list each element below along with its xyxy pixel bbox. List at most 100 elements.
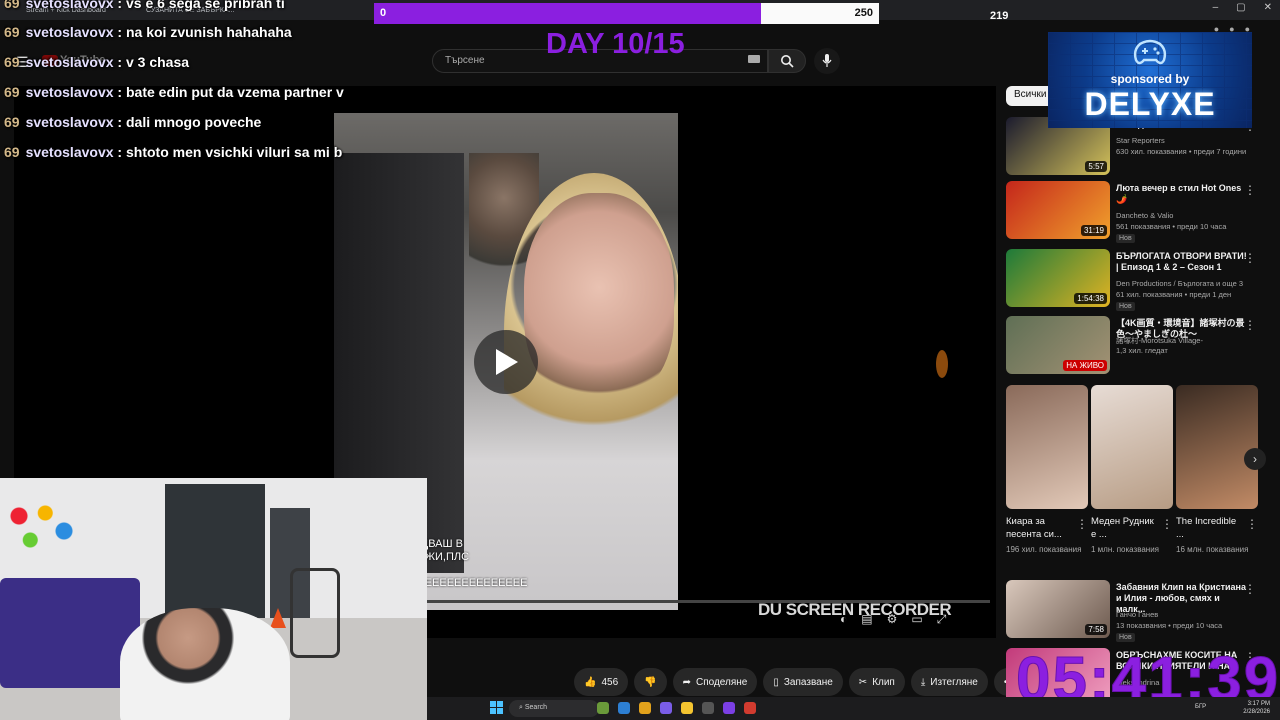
- microphone-icon: [822, 54, 832, 67]
- subscriber-goal-bar: 0 219 250: [374, 3, 1008, 24]
- video-thumbnail[interactable]: 7:58: [1006, 580, 1110, 638]
- short-thumbnail[interactable]: [1176, 385, 1258, 509]
- channel-name[interactable]: Star Reporters: [1116, 136, 1165, 145]
- chat-text: v 3 chasa: [125, 54, 190, 70]
- video-edge-mark: [936, 350, 948, 378]
- shorts-next-button[interactable]: ›: [1244, 448, 1266, 470]
- save-button[interactable]: ▯ Запазване: [763, 668, 843, 696]
- short-title[interactable]: Меден Рудник е ...: [1091, 515, 1157, 541]
- recommendation-card[interactable]: 31:19 Люта вечер в стил Hot Ones 🌶️ Danche…: [1006, 181, 1266, 243]
- new-badge: Нов: [1116, 302, 1135, 311]
- video-title[interactable]: Люта вечер в стил Hot Ones 🌶️: [1116, 183, 1250, 205]
- video-thumbnail[interactable]: 31:19: [1006, 181, 1110, 239]
- video-thumbnail[interactable]: НА ЖИВО: [1006, 316, 1110, 374]
- folder-icon[interactable]: [681, 702, 693, 714]
- scissors-icon: ✂: [858, 676, 868, 688]
- sponsor-brand: DELYXE: [1084, 86, 1216, 122]
- short-title[interactable]: The Incredible ...: [1176, 515, 1242, 541]
- more-vert-icon[interactable]: ⋮: [1244, 183, 1256, 197]
- chat-separator: :: [113, 114, 126, 130]
- short-card[interactable]: Меден Рудник е ... 1 млн. показвания ⋮: [1091, 385, 1173, 555]
- play-button[interactable]: [474, 330, 538, 394]
- share-button[interactable]: ➦ Споделяне: [672, 668, 758, 696]
- taskbar-app-icon[interactable]: [597, 702, 609, 714]
- like-button[interactable]: 👍 456: [574, 668, 629, 696]
- obs-icon[interactable]: [702, 702, 714, 714]
- play-icon: [496, 349, 518, 375]
- chat-separator: :: [113, 0, 126, 11]
- chrome-icon[interactable]: [639, 702, 651, 714]
- goal-progress-fill: [374, 3, 761, 24]
- channel-name[interactable]: Dancheto & Valio: [1116, 211, 1173, 220]
- download-label: Изтегляне: [930, 676, 978, 688]
- fullscreen-icon[interactable]: ⤢: [937, 612, 947, 627]
- stream-screen: Stream + Kick Dashboard СУЗАНИТА СЕ ЗАБЪ…: [0, 0, 1280, 720]
- chat-level: 69: [4, 0, 20, 11]
- dislike-button[interactable]: 👎: [634, 668, 667, 696]
- download-button[interactable]: ⤓ Изтегляне: [910, 668, 988, 696]
- edge-icon[interactable]: [618, 702, 630, 714]
- chat-separator: :: [113, 54, 126, 70]
- chat-username: svetoslavovx: [25, 24, 114, 40]
- keyboard-icon[interactable]: [748, 55, 760, 63]
- settings-icon[interactable]: ⚙: [887, 612, 898, 627]
- video-scene-face: [524, 193, 674, 403]
- windows-start-icon[interactable]: [490, 701, 503, 714]
- more-vert-icon[interactable]: ⋮: [1161, 517, 1173, 531]
- live-badge: НА ЖИВО: [1063, 360, 1107, 371]
- short-card[interactable]: Киара за песента си... 196 хил. показван…: [1006, 385, 1088, 555]
- app-icon[interactable]: [744, 702, 756, 714]
- chat-level: 69: [4, 144, 20, 160]
- share-label: Споделяне: [695, 676, 748, 688]
- clip-button[interactable]: ✂ Клип: [848, 668, 905, 696]
- channel-name[interactable]: Ганчо Ганев: [1116, 610, 1158, 619]
- chat-message: 69 svetoslavovx : dali mnogo poveche: [4, 114, 376, 134]
- autoplay-toggle-icon[interactable]: ◐: [840, 612, 847, 627]
- short-thumbnail[interactable]: [1091, 385, 1173, 509]
- video-title[interactable]: БЪРЛОГАТА ОТВОРИ ВРАТИ! | Епизод 1 & 2 –…: [1116, 251, 1250, 273]
- download-icon: ⤓: [920, 676, 926, 688]
- viber-icon[interactable]: [723, 702, 735, 714]
- sponsor-by-label: sponsored by: [1110, 72, 1190, 86]
- short-thumbnail[interactable]: [1006, 385, 1088, 509]
- short-card[interactable]: The Incredible ... 16 млн. показвания ⋮: [1176, 385, 1258, 555]
- share-icon: ➦: [682, 676, 691, 688]
- minimize-button[interactable]: –: [1213, 2, 1219, 13]
- webcam-streamer: [120, 608, 290, 720]
- recommendation-card[interactable]: НА ЖИВО 【4K画質・環境音】諸塚村の景色～やましぎの杜～ 諸塚村-Morot…: [1006, 316, 1266, 376]
- channel-name[interactable]: 諸塚村-Morotsuka Village-: [1116, 335, 1203, 346]
- video-duration: 7:58: [1085, 624, 1107, 635]
- more-vert-icon[interactable]: ⋮: [1076, 517, 1088, 531]
- more-vert-icon[interactable]: ⋮: [1244, 318, 1256, 332]
- short-title[interactable]: Киара за песента си...: [1006, 515, 1072, 541]
- taskbar-clock[interactable]: 3:17 PM 2/28/2026: [1243, 700, 1270, 716]
- maximize-button[interactable]: ▢: [1236, 2, 1245, 13]
- video-duration: 5:57: [1085, 161, 1107, 172]
- taskbar-search[interactable]: ⌕ Search: [509, 700, 599, 717]
- chat-username: svetoslavovx: [25, 144, 114, 160]
- more-vert-icon[interactable]: ⋮: [1244, 582, 1256, 596]
- short-views: 1 млн. показвания: [1091, 545, 1160, 554]
- discord-icon[interactable]: [660, 702, 672, 714]
- webcam-overlay: [0, 478, 427, 720]
- chat-separator: :: [113, 24, 126, 40]
- player-controls: ◐ ▤ ⚙ ▭ ⤢: [840, 612, 946, 627]
- search-icon: [781, 55, 794, 68]
- recommendation-card[interactable]: 1:54:38 БЪРЛОГАТА ОТВОРИ ВРАТИ! | Епизод …: [1006, 249, 1266, 311]
- thumbs-down-icon: 👎: [644, 676, 657, 688]
- language-indicator[interactable]: БГР: [1195, 704, 1206, 710]
- more-vert-icon[interactable]: ⋮: [1246, 517, 1258, 531]
- voice-search-button[interactable]: [814, 48, 840, 74]
- chat-text: dali mnogo poveche: [125, 114, 262, 130]
- search-button[interactable]: [768, 49, 806, 73]
- chat-text: vs e 6 sega se pribrah ti: [125, 0, 285, 11]
- more-vert-icon[interactable]: ⋮: [1244, 251, 1256, 265]
- theater-mode-icon[interactable]: ▭: [911, 612, 922, 627]
- subtitles-icon[interactable]: ▤: [861, 612, 872, 627]
- day-counter: DAY 10/15: [546, 28, 685, 60]
- channel-name[interactable]: Den Productions / Бърлогата и още 3: [1116, 279, 1243, 288]
- close-button[interactable]: ✕: [1264, 2, 1272, 13]
- webcam-sofa: [0, 578, 140, 688]
- recommendation-card[interactable]: 7:58 Забавния Клип на Кристиана и Илия - …: [1006, 580, 1266, 642]
- video-thumbnail[interactable]: 1:54:38: [1006, 249, 1110, 307]
